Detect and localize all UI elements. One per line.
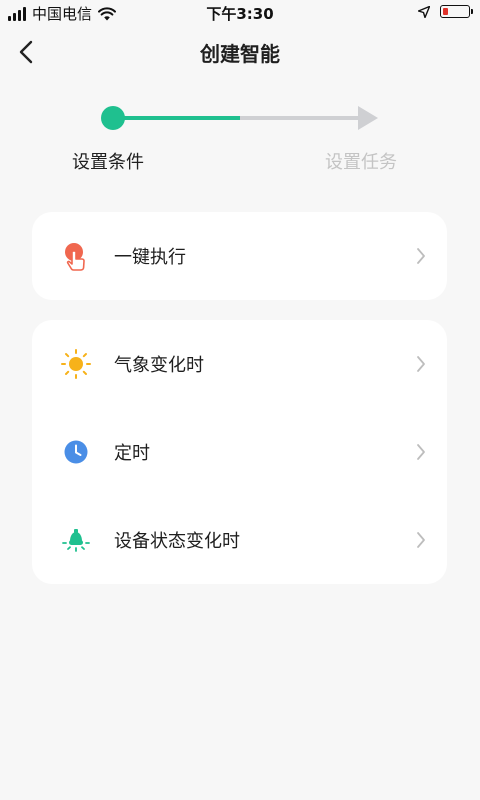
battery-level <box>443 8 448 15</box>
conditions-card: 气象变化时 定时 设备状态变化时 <box>32 320 447 584</box>
step-arrow-icon <box>358 106 378 130</box>
clock-icon <box>64 440 88 464</box>
screen: 中国电信 下午3:30 创建智能 设置条件 设置任务 一键执行 气象变化时 定时… <box>0 0 480 800</box>
chevron-right-icon <box>417 532 425 548</box>
row-label: 气象变化时 <box>114 355 204 376</box>
chevron-right-icon <box>417 356 425 372</box>
location-arrow-icon <box>418 5 430 18</box>
row-label: 设备状态变化时 <box>114 531 240 552</box>
status-bar: 中国电信 下午3:30 <box>0 0 480 26</box>
row-label: 定时 <box>114 443 150 464</box>
row-weather-change[interactable]: 气象变化时 <box>32 320 447 408</box>
nav-bar: 创建智能 <box>0 26 480 78</box>
step-line-pending <box>240 116 362 120</box>
manual-trigger-card: 一键执行 <box>32 212 447 300</box>
battery-icon <box>440 5 473 18</box>
bulb-icon <box>62 529 90 552</box>
status-time: 下午3:30 <box>206 5 274 23</box>
step-1-dot <box>101 106 125 130</box>
progress-stepper: 设置条件 设置任务 <box>0 96 480 176</box>
step-2-label: 设置任务 <box>325 152 397 173</box>
chevron-right-icon <box>417 444 425 460</box>
sun-icon <box>61 349 91 379</box>
row-timer[interactable]: 定时 <box>32 408 447 496</box>
page-title: 创建智能 <box>200 42 280 66</box>
status-right <box>418 5 473 18</box>
row-label: 一键执行 <box>114 247 186 268</box>
step-line-completed <box>113 116 240 120</box>
tap-hand-icon <box>65 243 85 271</box>
row-one-tap-execute[interactable]: 一键执行 <box>32 212 447 300</box>
chevron-right-icon <box>417 248 425 264</box>
step-1-label: 设置条件 <box>72 152 144 173</box>
row-device-state-change[interactable]: 设备状态变化时 <box>32 496 447 584</box>
